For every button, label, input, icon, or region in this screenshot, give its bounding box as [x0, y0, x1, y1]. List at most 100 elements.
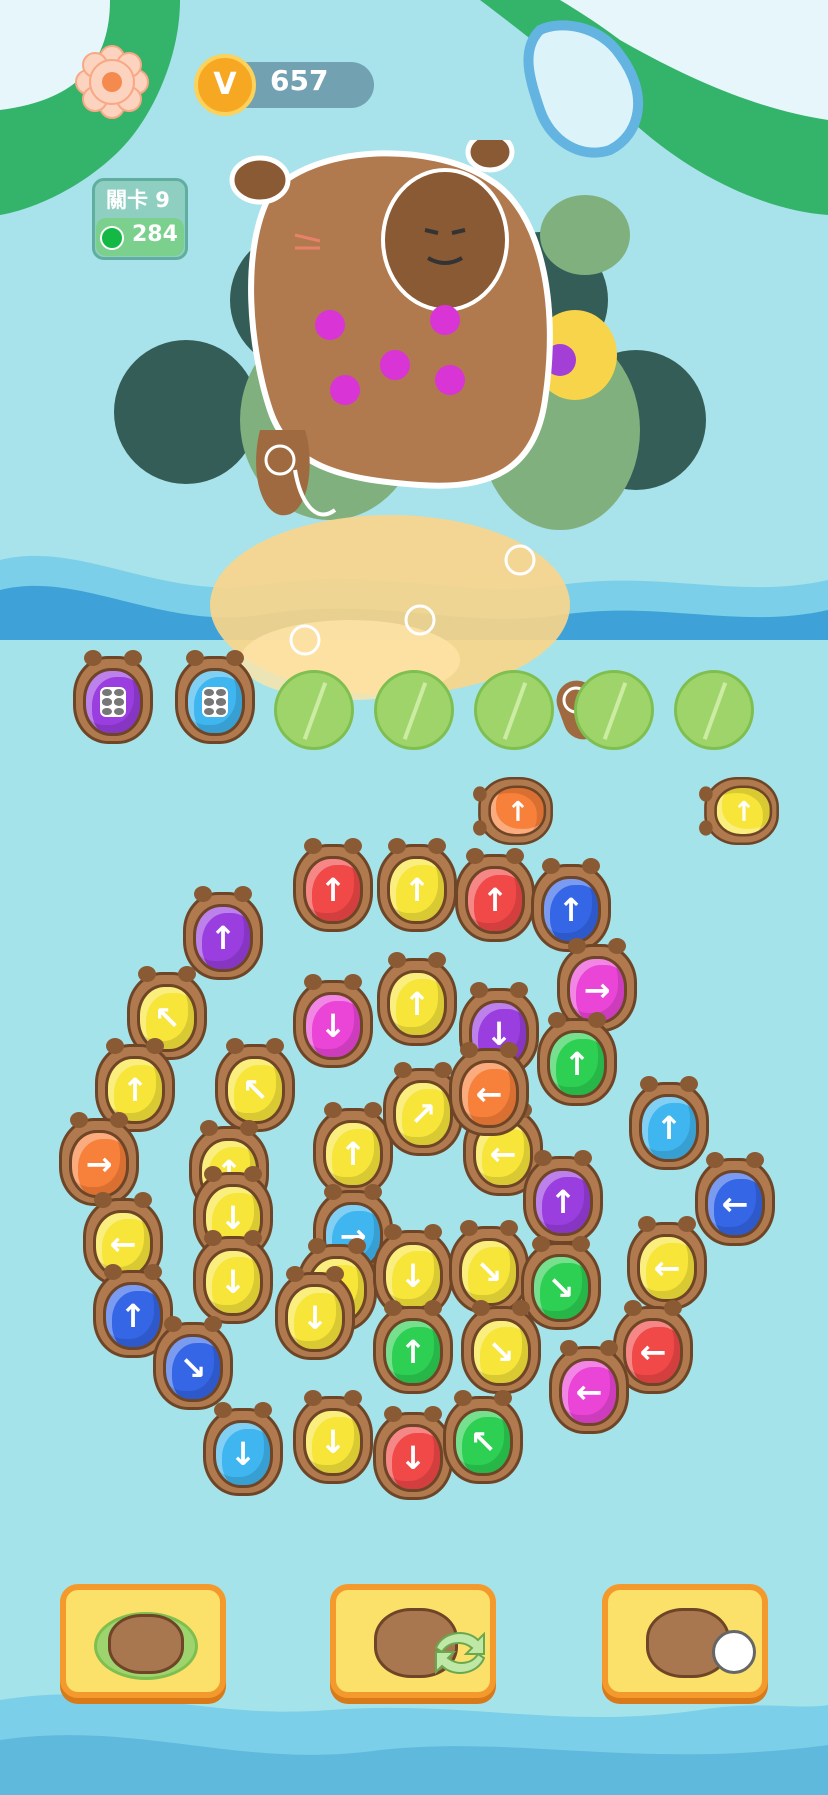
capybara-ear — [106, 1038, 124, 1054]
capybara-ear — [532, 1236, 550, 1252]
capybara-ear — [428, 952, 446, 968]
capacity-grid-icon — [197, 684, 233, 720]
direction-arrow-icon: ← — [109, 1225, 137, 1263]
direction-arrow-icon: ← — [653, 1249, 681, 1287]
capybara-ear — [344, 974, 362, 990]
capybara-magenta[interactable]: ↓ — [290, 972, 376, 1070]
capybara-ear — [506, 848, 524, 864]
gem-icon — [100, 226, 124, 250]
capybara-ear — [560, 1340, 578, 1356]
powerup-lilypad-button[interactable] — [60, 1584, 226, 1698]
capybara-ear — [324, 1184, 342, 1200]
capybara-ear — [204, 1230, 222, 1246]
capybara-ear — [324, 1102, 342, 1118]
direction-arrow-icon: ↑ — [399, 1333, 427, 1371]
capybara-ear — [226, 650, 244, 666]
capybara-ear — [234, 886, 252, 902]
direction-arrow-icon: ↘ — [487, 1333, 515, 1371]
capybara-yellow[interactable]: ↓ — [272, 1264, 358, 1362]
capybara-ear — [534, 1150, 552, 1166]
capybara-ear — [124, 650, 142, 666]
capybara-ear — [84, 650, 102, 666]
direction-arrow-icon: ↘ — [475, 1253, 503, 1291]
capybara-ear — [266, 1038, 284, 1054]
direction-arrow-icon: ↓ — [399, 1439, 427, 1477]
capybara-ear — [384, 1300, 402, 1316]
direction-arrow-icon: ← — [489, 1135, 517, 1173]
capybara-ear — [473, 786, 487, 802]
capybara-purple — [70, 648, 156, 746]
capybara-yellow[interactable]: ↑ — [374, 950, 460, 1048]
direction-arrow-icon: ↑ — [403, 871, 431, 909]
capybara-ear — [244, 1230, 262, 1246]
capybara-yellow[interactable]: ↓ — [290, 1388, 376, 1486]
capybara-face-icon — [108, 1614, 184, 1674]
powerup-shuffle-button[interactable] — [330, 1584, 496, 1698]
capybara-blue[interactable]: ↘ — [150, 1314, 236, 1412]
capybara-ear — [572, 1236, 590, 1252]
capybara-ear — [388, 952, 406, 968]
lilypad-slot — [274, 670, 354, 750]
capybara-ear — [286, 1266, 304, 1282]
capybara-orange[interactable]: ← — [446, 1040, 532, 1138]
capybara-ear — [194, 886, 212, 902]
capybara-yellow[interactable]: ↘ — [458, 1298, 544, 1396]
direction-arrow-icon: ↑ — [655, 1109, 683, 1147]
direction-arrow-icon: → — [583, 971, 611, 1009]
direction-arrow-icon: ↖ — [241, 1071, 269, 1109]
capybara-ear — [600, 1340, 618, 1356]
capybara-red[interactable]: ↑ — [452, 846, 538, 944]
capybara-yellow[interactable]: ↑ — [374, 836, 460, 934]
capybara-cyan — [172, 648, 258, 746]
capybara-ear — [466, 848, 484, 864]
capybara-ear — [678, 1216, 696, 1232]
capybara-ear — [582, 858, 600, 874]
capybara-orange: → — [471, 774, 554, 847]
direction-arrow-icon: ← — [575, 1373, 603, 1411]
capybara-ear — [473, 820, 487, 836]
direction-arrow-icon: ↑ — [119, 1297, 147, 1335]
capybara-green[interactable]: ↖ — [440, 1388, 526, 1486]
capybara-ear — [470, 982, 488, 998]
capybara-ear — [94, 1192, 112, 1208]
capybara-ear — [348, 1238, 366, 1254]
settings-gear-icon[interactable] — [74, 44, 150, 120]
direction-arrow-icon: ↓ — [229, 1435, 257, 1473]
capybara-ear — [454, 1390, 472, 1406]
capybara-ear — [200, 1120, 218, 1136]
capybara-ear — [588, 1012, 606, 1028]
capybara-ear — [204, 1166, 222, 1182]
capybara-ear — [428, 838, 446, 854]
coin-count: 657 — [270, 64, 329, 97]
capybara-cyan[interactable]: ↓ — [200, 1400, 286, 1498]
direction-arrow-icon: ↓ — [319, 1423, 347, 1461]
capybara-ear — [134, 1192, 152, 1208]
capybara-ear — [542, 858, 560, 874]
coin-icon: V — [194, 54, 256, 116]
lilypad-slot — [674, 670, 754, 750]
capybara-yellow[interactable]: ↓ — [190, 1228, 276, 1326]
capybara-ear — [638, 1216, 656, 1232]
capybara-ear — [624, 1300, 642, 1316]
capybara-ear — [104, 1264, 122, 1280]
capybara-ear — [304, 838, 322, 854]
capybara-ear — [254, 1402, 272, 1418]
direction-arrow-icon: ↑ — [549, 1183, 577, 1221]
capybara-ear — [244, 1166, 262, 1182]
capybara-ear — [344, 1390, 362, 1406]
lilypad-slot — [574, 670, 654, 750]
capybara-magenta[interactable]: ← — [546, 1338, 632, 1436]
capybara-purple[interactable]: ↑ — [520, 1148, 606, 1246]
capybara-green[interactable]: ↑ — [370, 1298, 456, 1396]
capybara-red[interactable]: ↑ — [290, 836, 376, 934]
level-label: 關卡 9 — [106, 188, 170, 212]
direction-arrow-icon: ↘ — [179, 1349, 207, 1387]
capybara-ear — [548, 1012, 566, 1028]
powerup-tap-button[interactable] — [602, 1584, 768, 1698]
capybara-green[interactable]: ↑ — [534, 1010, 620, 1108]
direction-arrow-icon: ← — [721, 1185, 749, 1223]
capybara-ear — [186, 650, 204, 666]
capybara-ear — [240, 1120, 258, 1136]
capybara-ear — [424, 1224, 442, 1240]
capybara-ear — [394, 1062, 412, 1078]
